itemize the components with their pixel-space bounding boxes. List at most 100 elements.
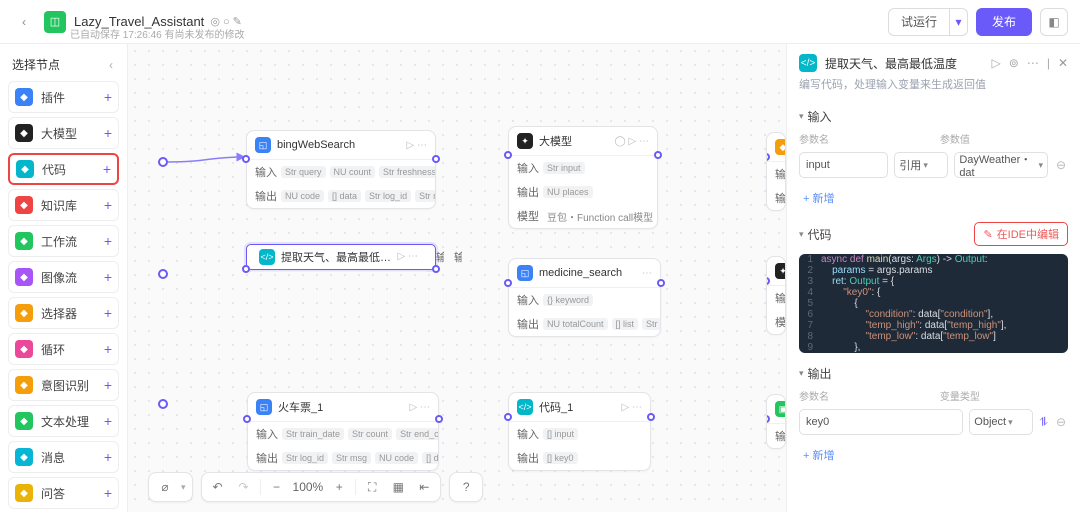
back-button[interactable]: ‹ [12, 10, 36, 34]
close-icon[interactable]: ✕ [1058, 56, 1068, 70]
sidebar-item-3[interactable]: ◆知识库+ [8, 189, 119, 221]
fit-icon[interactable]: ⛶ [362, 477, 382, 497]
link-icon[interactable]: ⥮ [1039, 415, 1048, 430]
add-node-icon[interactable]: + [104, 269, 112, 285]
sidebar-label: 工作流 [41, 233, 104, 250]
open-ide-button[interactable]: ✎ 在IDE中编辑 [974, 222, 1068, 246]
section-output-header[interactable]: ▾输出 [799, 365, 1068, 382]
add-output-button[interactable]: + 新增 [799, 443, 838, 467]
autosave-text: 已自动保存 17:26:46 有尚未发布的修改 [70, 26, 244, 41]
llm-icon: ✦ [517, 133, 533, 149]
sidebar-item-1[interactable]: ◆大模型+ [8, 117, 119, 149]
section-input-header[interactable]: ▾输入 [799, 108, 1068, 125]
node-menu-icon[interactable]: ▷ ⋯ [410, 402, 430, 413]
sidebar-icon: ◆ [15, 484, 33, 502]
add-node-icon[interactable]: + [104, 305, 112, 321]
align-icon[interactable]: ⇤ [414, 477, 434, 497]
help-icon[interactable]: ? [456, 477, 476, 497]
remove-row-icon[interactable]: ⊖ [1054, 158, 1068, 172]
aux-icon: ✦ [775, 263, 786, 279]
node-aux3[interactable]: ▣ 输 [766, 394, 786, 449]
sidebar-item-11[interactable]: ◆问答+ [8, 477, 119, 509]
sidebar-icon: ◆ [15, 340, 33, 358]
add-node-icon[interactable]: + [103, 161, 111, 177]
panel-toggle-icon[interactable]: ◧ [1040, 8, 1068, 36]
canvas-toolbar: ⌀▾ ↶ ↷ − 100% + ⛶ ▦ ⇤ ? [148, 472, 483, 502]
sidebar-icon: ◆ [15, 88, 33, 106]
zoom-level: 100% [293, 480, 324, 494]
add-node-icon[interactable]: + [104, 125, 112, 141]
node-medicine[interactable]: ◱medicine_search⋯ 输入{} keyword 输出NU tota… [508, 258, 661, 337]
code-icon: </> [517, 399, 533, 415]
undo-icon[interactable]: ↶ [208, 477, 228, 497]
sidebar-item-0[interactable]: ◆插件+ [8, 81, 119, 113]
node-extract[interactable]: </>提取天气、最高最低温度▷ ⋯ 输入[] input 输出{} key0 [246, 244, 436, 270]
start-port-1[interactable] [158, 157, 168, 167]
plugin-icon: ◱ [256, 399, 272, 415]
add-node-icon[interactable]: + [104, 89, 112, 105]
node-bing[interactable]: ◱bingWebSearch▷ ⋯ 输入Str queryNU countStr… [246, 130, 436, 209]
node-code1[interactable]: </>代码_1▷ ⋯ 输入[] input 输出[] key0 [508, 392, 651, 471]
add-input-button[interactable]: + 新增 [799, 186, 838, 210]
node-llm[interactable]: ✦大模型◯ ▷ ⋯ 输入Str input 输出NU places 模型豆包・F… [508, 126, 658, 229]
sidebar-item-5[interactable]: ◆图像流+ [8, 261, 119, 293]
node-menu-icon[interactable]: ▷ ⋯ [407, 140, 427, 151]
add-node-icon[interactable]: + [104, 449, 112, 465]
add-node-icon[interactable]: + [104, 377, 112, 393]
node-aux1[interactable]: ◆ 输输 [766, 132, 786, 211]
app-icon: ◫ [44, 11, 66, 33]
run-dropdown[interactable]: ▾ [950, 8, 968, 36]
add-node-icon[interactable]: + [104, 341, 112, 357]
add-node-icon[interactable]: + [104, 197, 112, 213]
node-menu-icon[interactable]: ⋯ [642, 268, 652, 279]
app-header: ‹ ◫ Lazy_Travel_Assistant ◎ ○ ✎ 已自动保存 17… [0, 0, 1080, 44]
code-editor[interactable]: 1async def main(args: Args) -> Output: 2… [799, 254, 1068, 353]
layout-icon[interactable]: ▦ [388, 477, 408, 497]
node-menu-icon[interactable]: ▷ ⋯ [622, 402, 642, 413]
sidebar-item-7[interactable]: ◆ 循环+ [8, 333, 119, 365]
divider: | [1047, 56, 1050, 70]
output-name-field[interactable] [799, 409, 963, 435]
redo-icon[interactable]: ↷ [234, 477, 254, 497]
sidebar-label: 大模型 [41, 125, 104, 142]
start-port-2[interactable] [158, 269, 168, 279]
add-node-icon[interactable]: + [104, 233, 112, 249]
sidebar-title: 选择节点 ‹ [12, 56, 119, 73]
zoom-out-icon[interactable]: − [267, 477, 287, 497]
input-name-field[interactable] [799, 152, 888, 178]
sidebar-label: 代码 [42, 161, 103, 178]
node-train[interactable]: ◱火车票_1▷ ⋯ 输入Str train_dateStr countStr e… [247, 392, 439, 471]
node-aux2[interactable]: ✦ 输模 [766, 256, 786, 335]
sidebar-item-4[interactable]: ◆ 工作流+ [8, 225, 119, 257]
ref-select[interactable]: 引用▾ [894, 152, 948, 178]
sidebar-item-8[interactable]: ◆意图识别+ [8, 369, 119, 401]
add-node-icon[interactable]: + [104, 413, 112, 429]
run-button[interactable]: 试运行 [888, 8, 950, 36]
panel-title: 提取天气、最高最低温度 [825, 55, 984, 72]
sidebar-label: 消息 [41, 449, 104, 466]
attach-icon[interactable]: ⌀ [155, 477, 175, 497]
workflow-canvas[interactable]: ◱bingWebSearch▷ ⋯ 输入Str queryNU countStr… [128, 44, 786, 512]
sidebar-item-10[interactable]: ◆消息+ [8, 441, 119, 473]
collapse-icon[interactable]: ‹ [103, 57, 119, 73]
sidebar-item-6[interactable]: ◆选择器+ [8, 297, 119, 329]
run-node-icon[interactable]: ▷ [992, 56, 1001, 70]
more-icon[interactable]: ⋯ [1027, 56, 1039, 70]
node-menu-icon[interactable]: ◯ ▷ ⋯ [615, 136, 649, 147]
section-code-header[interactable]: ▾代码 ✎ 在IDE中编辑 [799, 222, 1068, 246]
sidebar-icon: ◆ [15, 232, 33, 250]
remove-row-icon[interactable]: ⊖ [1054, 415, 1068, 429]
publish-button[interactable]: 发布 [976, 8, 1032, 36]
sidebar-label: 循环 [41, 341, 104, 358]
node-menu-icon[interactable]: ▷ ⋯ [398, 251, 418, 262]
aux-icon: ▣ [775, 401, 786, 417]
sidebar-icon: ◆ [15, 376, 33, 394]
output-type-select[interactable]: Object▾ [969, 409, 1033, 435]
sidebar-item-9[interactable]: ◆文本处理+ [8, 405, 119, 437]
start-port-3[interactable] [158, 399, 168, 409]
sidebar-item-2[interactable]: ◆代码+ [8, 153, 119, 185]
ref-value-select[interactable]: DayWeather・dat▾ [954, 152, 1048, 178]
add-node-icon[interactable]: + [104, 485, 112, 501]
settings-icon[interactable]: ⊚ [1009, 56, 1019, 70]
zoom-in-icon[interactable]: + [329, 477, 349, 497]
